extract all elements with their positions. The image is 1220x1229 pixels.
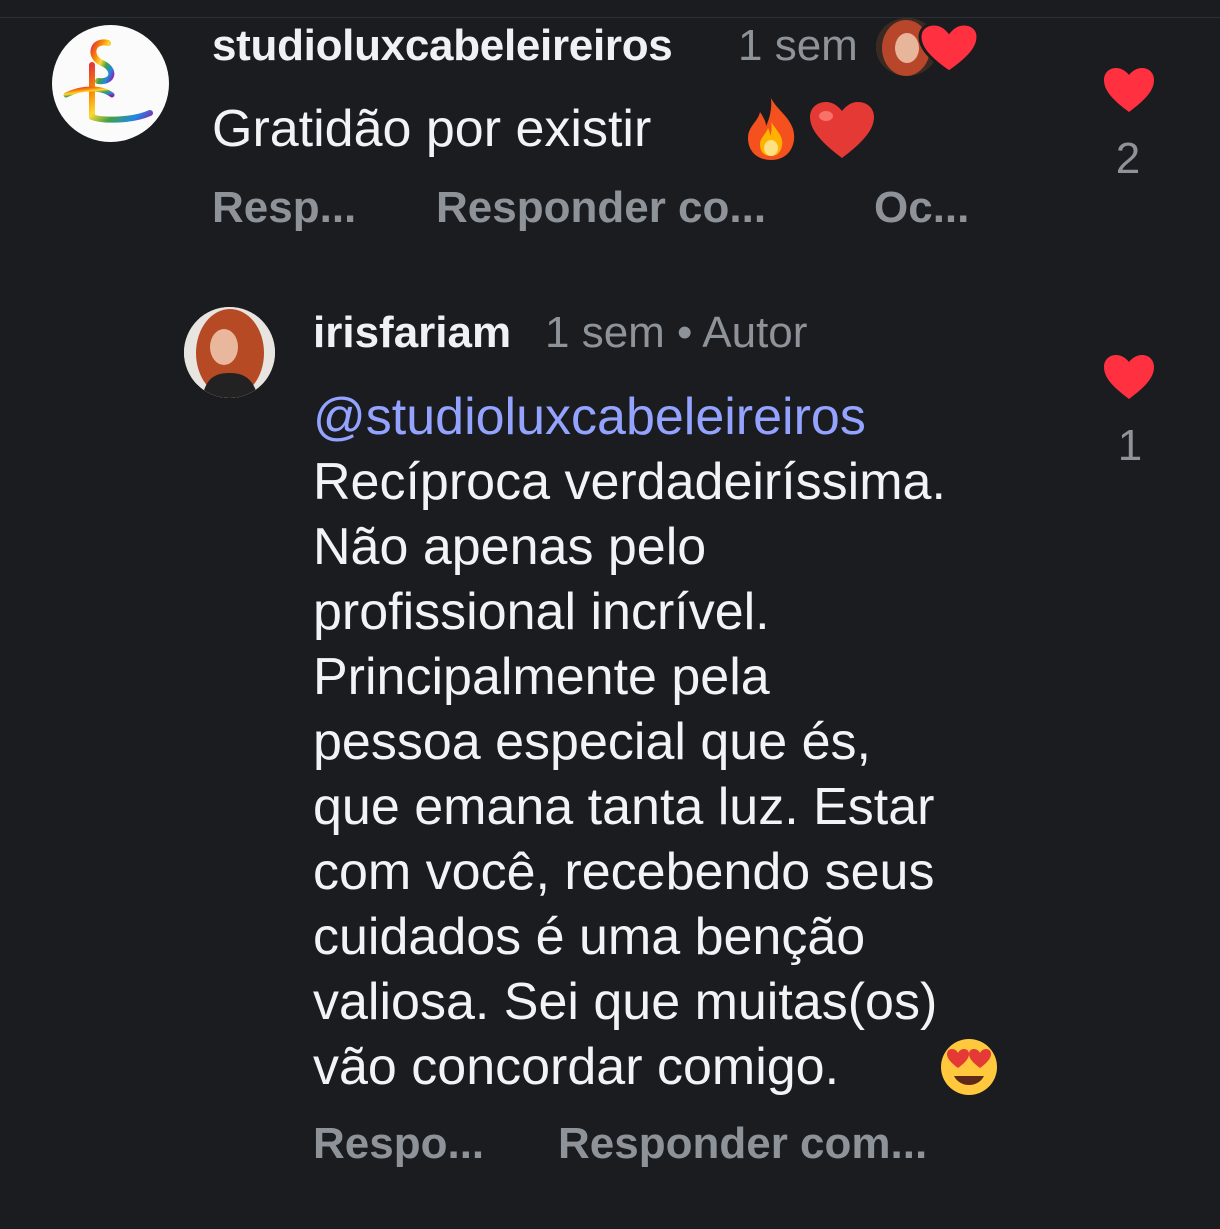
heart-eyes-emoji-icon (941, 1039, 997, 1095)
reply-text-line: Não apenas pelo (313, 518, 707, 576)
mention-link[interactable]: @studioluxcabeleireiros (313, 385, 866, 449)
fire-emoji-icon (748, 98, 795, 160)
reply-text-line: vão concordar comigo. (313, 1038, 840, 1096)
reply-with-button[interactable]: Responder co... (436, 180, 766, 236)
reply-text-line: que emana tanta luz. Estar (313, 778, 935, 836)
hide-button[interactable]: Oc... (874, 180, 969, 236)
red-heart-emoji-icon (810, 102, 874, 158)
comment-text: Gratidão por existir (212, 100, 652, 158)
reply-text-line: pessoa especial que és, (313, 713, 871, 771)
reply-text-line: profissional incrível. (313, 583, 770, 641)
comment-username[interactable]: studioluxcabeleireiros (212, 18, 673, 74)
comment-time: 1 sem (738, 21, 858, 70)
like-count: 1 (1117, 421, 1143, 470)
reply-text-line: com você, recebendo seus (313, 843, 935, 901)
reply-button[interactable]: Resp... (212, 180, 356, 236)
author-liked-heart-icon (918, 22, 980, 74)
reply-username[interactable]: irisfariam (313, 305, 511, 361)
reply-with-button[interactable]: Responder com... (558, 1116, 927, 1172)
reply-button[interactable]: Respo... (313, 1116, 484, 1172)
avatar-irisfariam[interactable] (184, 307, 275, 398)
reply-text-line: cuidados é uma benção (313, 908, 866, 966)
like-heart-icon[interactable] (1103, 67, 1155, 113)
like-count: 2 (1115, 134, 1141, 183)
reply-text-line: valiosa. Sei que muitas(os) (313, 973, 938, 1031)
like-heart-icon[interactable] (1103, 354, 1155, 400)
comments-view: studioluxcabeleireiros 1 sem Gratidão po… (0, 0, 1220, 1229)
reply-text-line: Recíproca verdadeiríssima. (313, 453, 946, 511)
reply-meta: 1 sem • Autor (545, 308, 808, 357)
reply-text-line: Principalmente pela (313, 648, 770, 706)
avatar-studioluxcabeleireiros[interactable] (52, 25, 169, 142)
